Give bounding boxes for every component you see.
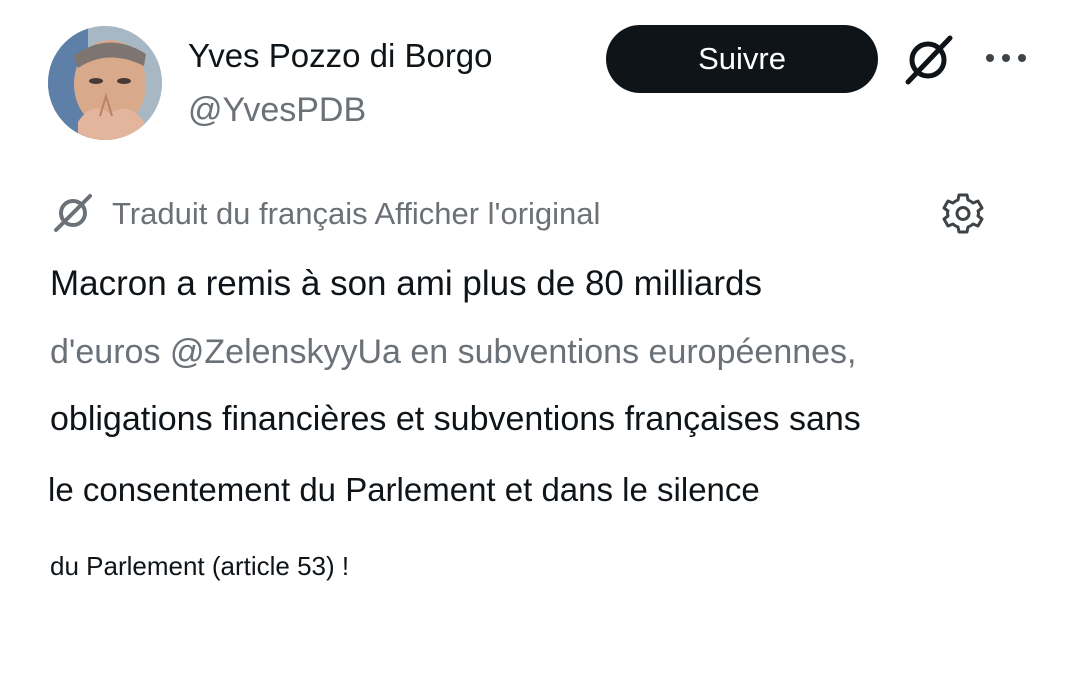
translation-label: Traduit du français xyxy=(112,196,368,231)
translation-notice: Traduit du français Afficher l'original xyxy=(112,194,600,234)
translate-icon xyxy=(54,194,92,232)
avatar[interactable] xyxy=(48,26,162,140)
gear-icon[interactable] xyxy=(942,192,984,234)
tweet-text-line: Macron a remis à son ami plus de 80 mill… xyxy=(50,264,762,303)
author-handle[interactable]: @YvesPDB xyxy=(188,90,366,130)
more-icon[interactable] xyxy=(984,46,1028,70)
grok-icon[interactable] xyxy=(900,32,956,88)
tweet-text-line: le consentement du Parlement et dans le … xyxy=(48,471,760,508)
translation-bar: Traduit du français Afficher l'original xyxy=(50,190,990,238)
tweet-text-line: d'euros @ZelenskyyUa en subventions euro… xyxy=(50,333,857,371)
show-original-link[interactable]: Afficher l'original xyxy=(375,196,601,231)
author-display-name[interactable]: Yves Pozzo di Borgo xyxy=(188,36,493,76)
tweet-text-line: obligations financières et subventions f… xyxy=(50,400,861,438)
avatar-photo xyxy=(48,26,162,140)
follow-button[interactable]: Suivre xyxy=(606,25,878,93)
tweet-text-line: du Parlement (article 53) ! xyxy=(50,551,350,581)
